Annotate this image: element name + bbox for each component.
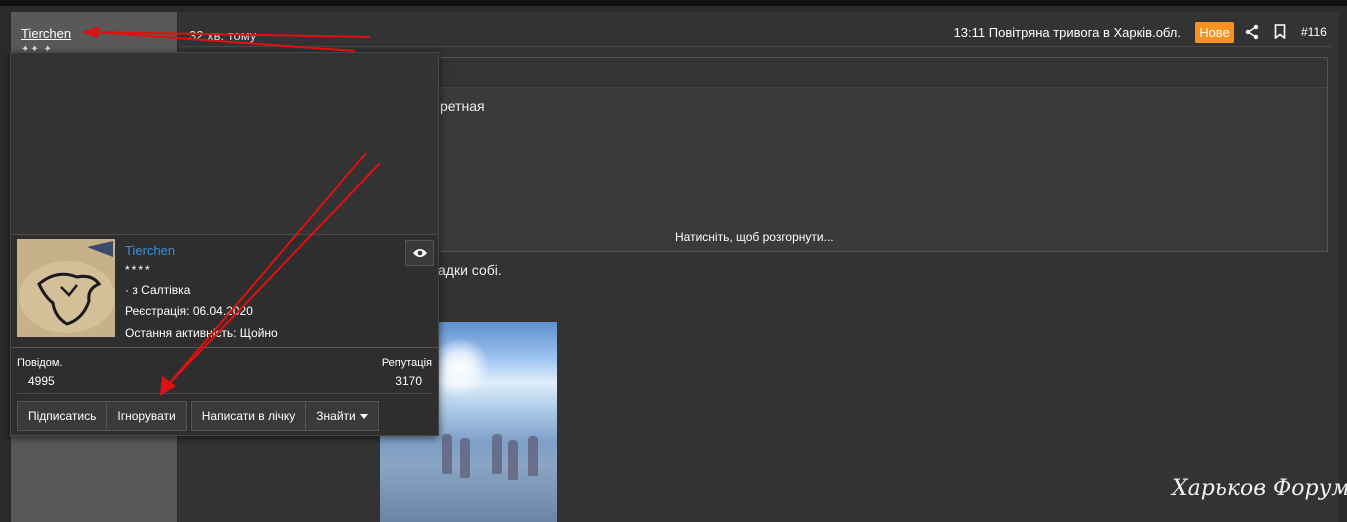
private-message-button[interactable]: Написати в лічку [190, 401, 307, 431]
post-number-link[interactable]: #116 [1301, 25, 1327, 39]
member-avatar[interactable] [17, 239, 115, 337]
ignore-button[interactable]: Ігнорувати [107, 401, 187, 431]
member-name-link[interactable]: Tierchen [125, 243, 175, 258]
top-bar [0, 0, 1347, 6]
image-figure [528, 436, 538, 476]
image-figure [492, 434, 502, 474]
bookmark-icon[interactable] [1274, 24, 1286, 39]
post-body-text: адки собі. [438, 262, 502, 278]
image-sun [430, 337, 490, 397]
subscribe-button[interactable]: Підписатись [17, 401, 108, 431]
eye-icon [412, 249, 427, 257]
image-figure [460, 438, 470, 478]
member-rank-stars: **** [125, 263, 152, 277]
find-label: Знайти [316, 409, 356, 423]
member-stats-divider [17, 393, 432, 394]
member-registered: Реєстрація: 06.04.2020 [125, 304, 253, 318]
expand-quote-link[interactable]: Натисніть, щоб розгорнути... [675, 230, 834, 244]
reputation-label: Репутація [381, 357, 432, 369]
post-header-divider [180, 46, 1332, 47]
member-location: · з Салтівка [125, 283, 191, 297]
reputation-value: 3170 [395, 374, 422, 388]
messages-count[interactable]: 4995 [28, 374, 55, 388]
member-last-activity: Остання активність: Щойно [125, 326, 278, 340]
image-figure [442, 434, 452, 474]
share-icon[interactable] [1245, 24, 1259, 40]
forum-watermark: Харьков Форум [1172, 476, 1347, 501]
quote-text: ретная [440, 98, 485, 114]
member-card-divider [11, 347, 438, 348]
member-banner [11, 53, 438, 235]
post-author-link[interactable]: Tierchen [21, 26, 71, 41]
member-actions: Підписатись Ігнорувати Написати в лічку … [17, 401, 379, 431]
find-dropdown-button[interactable]: Знайти [306, 401, 379, 431]
member-tooltip-card: Tierchen **** · з Салтівка Реєстрація: 0… [10, 52, 439, 436]
post-alert-title: 13:11 Повітряна тривога в Харків.обл. [953, 25, 1181, 40]
new-badge: Нове [1195, 22, 1234, 43]
post-time: 32 хв. тому [189, 28, 257, 43]
chevron-down-icon [359, 414, 368, 420]
avatar-drawing [17, 239, 115, 337]
image-figure [508, 440, 518, 480]
messages-label: Повідом. [17, 357, 63, 369]
watch-member-button[interactable] [405, 240, 434, 266]
